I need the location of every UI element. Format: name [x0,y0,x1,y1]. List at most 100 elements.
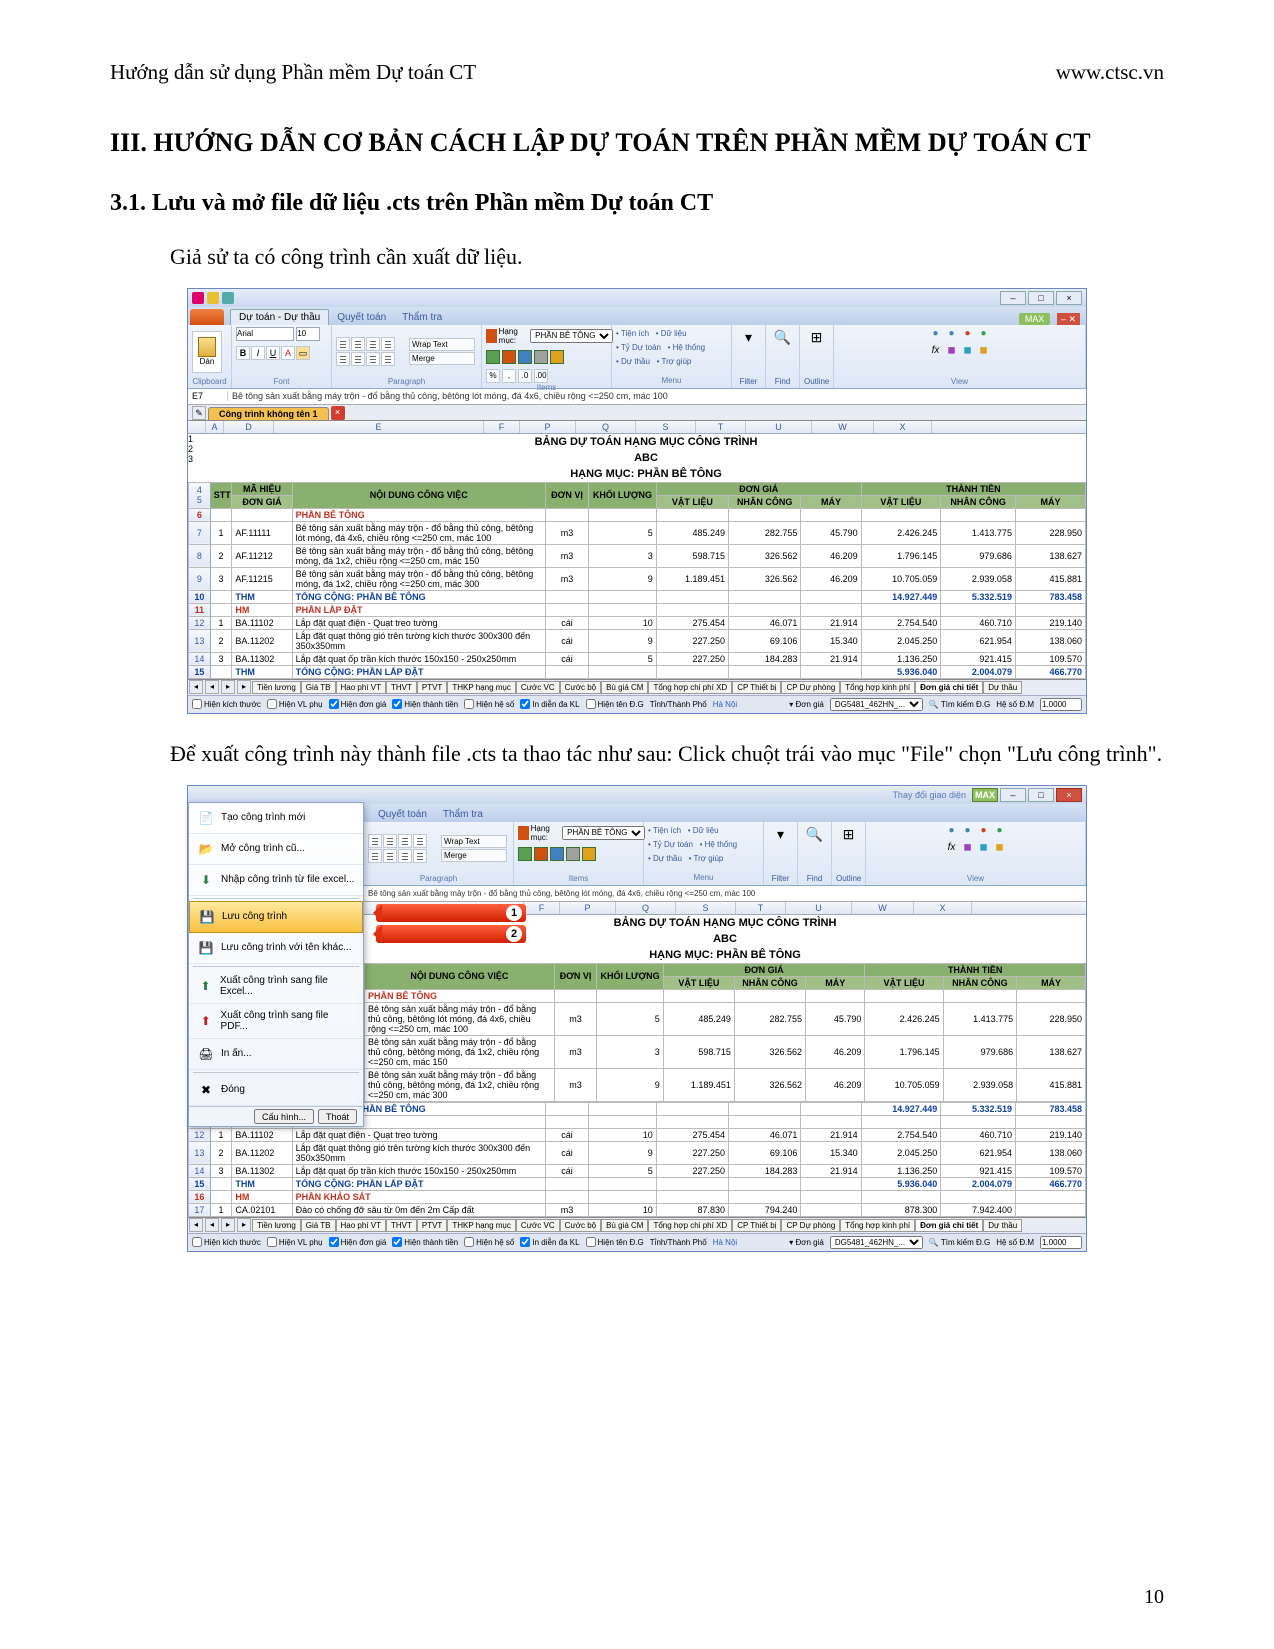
item-icon-2[interactable] [502,350,516,364]
menu-duthau[interactable]: Dự thầu [621,357,650,366]
file-menu-export-excel[interactable]: ⬆Xuất công trình sang file Excel... [189,969,363,1004]
file-menu-saveas[interactable]: 💾Lưu công trình với tên khác... [189,933,363,964]
menu-hethong[interactable]: Hệ thống [673,343,705,352]
file-menu-new[interactable]: 📄Tạo công trình mới [189,803,363,834]
heso-input-2[interactable] [1040,1236,1082,1249]
item-icon-4[interactable] [534,350,548,364]
tab-dutoan[interactable]: Dự toán - Dự thầu [230,309,329,325]
max-button-2[interactable]: MAX [972,788,998,802]
file-menu-cauhinh[interactable]: Cấu hình... [254,1109,314,1124]
col-header-t[interactable]: T [696,421,746,433]
fx-icon[interactable]: fx [929,344,943,358]
menu-dulieu[interactable]: Dữ liệu [661,329,687,338]
heso-input[interactable] [1040,698,1082,711]
col-header-w[interactable]: W [812,421,874,433]
font-name-input[interactable] [236,327,294,341]
font-size-input[interactable] [296,327,320,341]
table-row[interactable]: 82AF.11212Bê tông sản xuất bằng máy trộn… [189,544,1086,567]
merge-button-2[interactable]: Merge [441,849,507,862]
alignment-buttons[interactable] [336,337,406,366]
view-icon-1[interactable]: ● [929,327,943,341]
font-color-button[interactable]: A [281,346,295,360]
table-row[interactable]: 93AF.11215Bê tông sản xuất bằng máy trộn… [189,567,1086,590]
minimize-button[interactable]: – [1000,291,1026,305]
row-header[interactable]: 123 [188,434,206,482]
outline-icon[interactable]: ⊞ [807,327,827,347]
close-ribbon-icon[interactable]: – ✕ [1057,313,1080,325]
view-icon-5[interactable]: ◼ [945,344,959,358]
select-all-corner[interactable] [188,421,206,433]
status-ck2[interactable]: Hiện VL phụ [267,699,323,709]
restore-button-2[interactable]: □ [1028,788,1054,802]
status-ck4[interactable]: Hiện thành tiền [392,699,458,709]
col-header-f[interactable]: F [484,421,520,433]
menu-ty[interactable]: Tỷ Dự toán [621,343,661,352]
file-menu-export-pdf[interactable]: ⬆Xuất công trình sang file PDF... [189,1004,363,1039]
file-menu-import[interactable]: ⬇Nhập công trình từ file excel... [189,865,363,896]
merge-button[interactable]: Merge [409,352,475,365]
file-tab-button[interactable] [190,309,224,325]
table-row[interactable]: 143BA.11302Lắp đặt quạt ốp trần kích thư… [189,652,1086,665]
numfmt-comma[interactable]: , [502,369,516,383]
file-menu-thoat[interactable]: Thoát [318,1109,357,1124]
table-row[interactable]: 71AF.11111Bê tông sản xuất bằng máy trộn… [189,521,1086,544]
view-icon-6[interactable]: ◼ [961,344,975,358]
tab-thamtra-2[interactable]: Thẩm tra [435,807,491,822]
view-icon-3[interactable]: ● [961,327,975,341]
restore-button[interactable]: □ [1028,291,1054,305]
tab-quyettoan-2[interactable]: Quyết toán [370,807,435,822]
dongia-select[interactable]: DG5481_462HN_... [830,698,923,711]
status-ck1[interactable]: Hiện kích thước [192,699,261,709]
col-header-u[interactable]: U [746,421,812,433]
status-ck6[interactable]: In diễn đa KL [520,699,579,709]
numfmt-dec[interactable]: .00 [534,369,548,383]
item-icon-3[interactable] [518,350,532,364]
fill-color-button[interactable]: ▭ [296,346,310,360]
hangmuc-select-2[interactable]: PHẦN BÊ TÔNG [562,826,645,840]
item-icon-5[interactable] [550,350,564,364]
sheet-nav-icon[interactable]: ✎ [192,406,206,420]
file-menu-close[interactable]: ✖Đóng [189,1075,363,1106]
file-menu-open[interactable]: 📂Mở công trình cũ... [189,834,363,865]
col-header-q[interactable]: Q [576,421,636,433]
menu-trogiup[interactable]: Trợ giúp [662,357,692,366]
alignment-buttons-2[interactable] [368,834,438,863]
file-menu-save[interactable]: 💾Lưu công trình [189,901,363,933]
tab-quyettoan[interactable]: Quyết toán [329,310,394,325]
wrap-text-button[interactable]: Wrap Text [409,338,475,351]
hangmuc-select[interactable]: PHẦN BÊ TÔNG [530,329,613,343]
wrap-text-button-2[interactable]: Wrap Text [441,835,507,848]
col-header-e[interactable]: E [274,421,484,433]
find-icon[interactable]: 🔍 [773,327,793,347]
menu-tienich[interactable]: Tiện ích [621,329,649,338]
close-window-button-2[interactable]: × [1056,788,1082,802]
underline-button[interactable]: U [266,346,280,360]
col-header-d[interactable]: D [224,421,274,433]
formula-content-2[interactable]: Bê tông sản xuất bằng máy trộn - đổ bằng… [364,889,1086,898]
workbook-tab[interactable]: Công trình không tên 1 [208,407,329,420]
view-icon-7[interactable]: ◼ [977,344,991,358]
view-icon-2[interactable]: ● [945,327,959,341]
bottom-sheet-tabs-2[interactable]: ◂◂▸▸ Tiền lương Giá TB Hao phí VT THVT P… [188,1217,1086,1233]
numfmt-percent[interactable]: % [486,369,500,383]
col-header-a[interactable]: A [206,421,224,433]
dongia-select-2[interactable]: DG5481_462HN_... [830,1236,923,1249]
status-ck3[interactable]: Hiện đơn giá [329,699,387,709]
paste-button[interactable]: Dán [192,331,222,373]
close-workbook-button[interactable]: × [331,406,345,420]
close-window-button[interactable]: × [1056,291,1082,305]
status-ck7[interactable]: Hiện tên Đ.G [586,699,644,709]
bold-button[interactable]: B [236,346,250,360]
view-icon-4[interactable]: ● [977,327,991,341]
bottom-sheet-tabs[interactable]: ◂◂▸▸ Tiền lương Giá TB Hao phí VT THVT P… [188,679,1086,695]
italic-button[interactable]: I [251,346,265,360]
col-header-p[interactable]: P [520,421,576,433]
filter-icon[interactable]: ▾ [739,327,759,347]
file-menu-print[interactable]: 🖨In ấn... [189,1039,363,1070]
tab-thamtra[interactable]: Thẩm tra [394,310,450,325]
col-header-s[interactable]: S [636,421,696,433]
minimize-button-2[interactable]: – [1000,788,1026,802]
col-header-x[interactable]: X [874,421,932,433]
table-row[interactable]: 132BA.11202Lắp đặt quạt thông gió trên t… [189,629,1086,652]
status-ck5[interactable]: Hiện hệ số [464,699,514,709]
